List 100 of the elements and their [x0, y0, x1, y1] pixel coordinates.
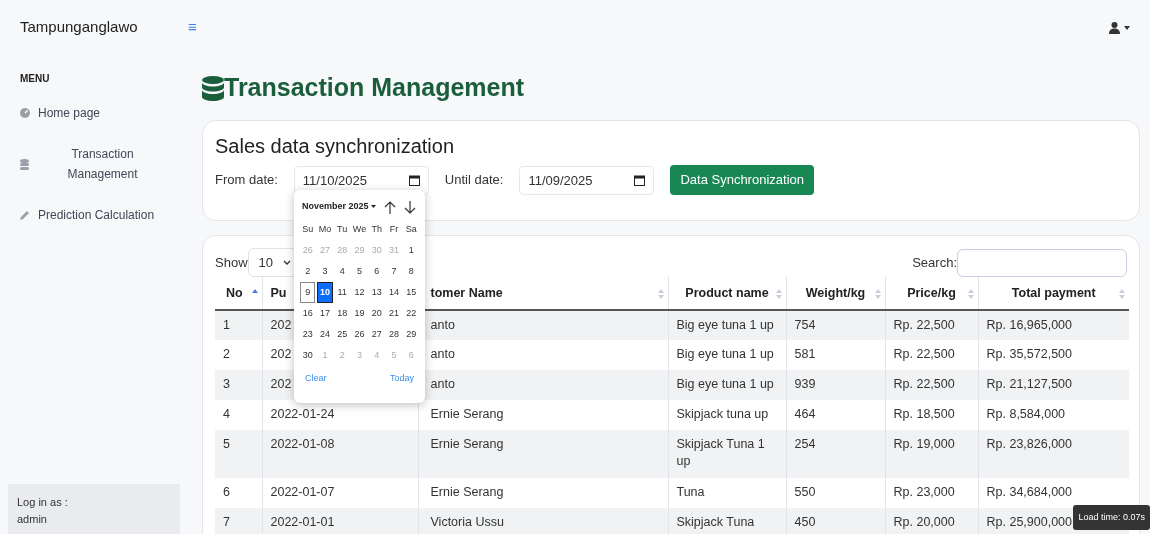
table-cell: 450	[794, 515, 816, 529]
user-icon[interactable]	[1109, 21, 1120, 34]
calendar-day[interactable]: 21	[386, 303, 402, 324]
sidebar-item[interactable]: Prediction Calculation	[8, 202, 180, 228]
table-cell: Big eye tuna 1 up	[676, 347, 774, 361]
sync-button[interactable]: Data Synchronization	[670, 165, 814, 195]
calendar-day[interactable]: 4	[334, 261, 350, 282]
sidebar-item[interactable]: Home page	[8, 100, 180, 126]
column-header[interactable]: Price/kg	[907, 283, 956, 303]
calendar-icon[interactable]	[634, 174, 646, 186]
calendar-day[interactable]: 29	[403, 324, 419, 345]
caret-icon[interactable]	[371, 205, 377, 209]
table-cell: 202	[270, 377, 292, 391]
arrow-down-icon[interactable]	[404, 200, 416, 214]
calendar-day[interactable]: 27	[369, 324, 385, 345]
weekday-label: Su	[301, 223, 315, 236]
calendar-day[interactable]: 20	[369, 303, 385, 324]
card-title: Sales data synchronization	[215, 134, 456, 159]
caret-icon[interactable]	[1124, 25, 1130, 30]
table-cell: Rp. 25,900,000	[986, 515, 1072, 529]
column-header[interactable]: Pu	[270, 283, 287, 303]
table-cell: Rp. 22,500	[893, 347, 955, 361]
calendar-day[interactable]: 3	[317, 261, 333, 282]
table-cell: 1	[223, 318, 230, 332]
table-cell: Rp. 22,500	[893, 318, 955, 332]
calendar-day[interactable]: 24	[317, 324, 333, 345]
calendar-day[interactable]: 11	[334, 282, 350, 303]
calendar-day[interactable]: 23	[300, 324, 316, 345]
date-field[interactable]: 11/09/2025	[519, 165, 655, 195]
arrow-up-icon[interactable]	[384, 200, 396, 214]
column-header[interactable]: Weight/kg	[805, 283, 866, 303]
calendar-day[interactable]: 10	[317, 282, 333, 303]
table-cell: Rp. 21,127,500	[986, 377, 1072, 391]
calendar-day[interactable]: 5	[351, 261, 368, 282]
calendar-day[interactable]: 7	[386, 261, 402, 282]
table-cell: anto	[430, 347, 455, 361]
page-title: Transaction Management	[224, 72, 525, 104]
table-cell: Rp. 23,826,000	[986, 437, 1072, 451]
table-cell: Skipjack Tuna	[676, 515, 755, 529]
search-label: Search:	[912, 253, 957, 272]
chevron-down-icon[interactable]	[283, 260, 291, 265]
calendar-day[interactable]: 30	[300, 345, 316, 366]
calendar-day[interactable]: 13	[369, 282, 385, 303]
calendar-day[interactable]: 26	[351, 324, 368, 345]
table-cell: Rp. 19,000	[893, 437, 955, 451]
calendar-day[interactable]: 15	[403, 282, 419, 303]
sidebar-item[interactable]: Transaction Management	[8, 140, 180, 188]
calendar-icon[interactable]	[408, 174, 420, 186]
menu-heading: MENU	[19, 72, 51, 86]
column-header[interactable]: Product name	[685, 283, 769, 303]
load-time-badge: Load time: 0.07s	[1073, 504, 1150, 530]
table-cell: 464	[794, 407, 816, 421]
table-cell: Rp. 16,965,000	[986, 318, 1072, 332]
clear-link[interactable]: Clear	[305, 372, 327, 386]
column-header[interactable]: Total payment	[1011, 283, 1096, 303]
calendar-day[interactable]: 9	[300, 282, 316, 303]
calendar-day[interactable]: 22	[403, 303, 419, 324]
calendar-day[interactable]: 14	[386, 282, 402, 303]
calendar-day[interactable]: 8	[403, 261, 419, 282]
search-field[interactable]	[957, 248, 1127, 277]
calendar-day[interactable]: 17	[317, 303, 333, 324]
show-label: Show	[215, 253, 248, 272]
table-cell: Ernie Serang	[430, 407, 504, 421]
username: admin	[17, 512, 48, 527]
calendar-day[interactable]: 16	[300, 303, 316, 324]
calendar-day[interactable]: 6	[369, 261, 385, 282]
month-selector[interactable]: November 2025	[302, 200, 377, 214]
field-label: From date:	[215, 171, 278, 190]
calendar-day[interactable]: 25	[334, 324, 350, 345]
table-cell: 2022-01-08	[270, 437, 335, 451]
weekday-label: Fr	[388, 223, 400, 236]
calendar-day[interactable]: 1	[403, 240, 419, 261]
app-brand[interactable]: Tampunganglawo	[20, 16, 188, 39]
login-label: Log in as :	[17, 495, 69, 510]
column-header[interactable]: tomer Name	[430, 283, 503, 303]
table-cell: 2	[223, 347, 230, 361]
database-icon	[202, 75, 224, 101]
calendar-day[interactable]: 28	[386, 324, 402, 345]
table-cell: 7	[223, 515, 230, 529]
weekday-label: Th	[370, 223, 384, 236]
table-cell: Skipjack tuna up	[676, 407, 769, 421]
calendar-day[interactable]: 12	[351, 282, 368, 303]
table-cell: 5	[223, 437, 230, 451]
calendar-day[interactable]: 19	[351, 303, 368, 324]
table-cell: 202	[270, 318, 292, 332]
field-label: Until date:	[444, 171, 504, 190]
calendar-day[interactable]: 18	[334, 303, 350, 324]
column-header[interactable]: No	[225, 283, 243, 303]
table-cell: 939	[794, 377, 816, 391]
table-cell: 581	[794, 347, 816, 361]
today-link[interactable]: Today	[389, 372, 414, 386]
database-icon	[20, 158, 29, 170]
pencil-icon	[20, 210, 30, 220]
table-cell: 550	[794, 485, 816, 499]
table-cell: 2022-01-24	[270, 407, 335, 421]
table-cell: Skipjack Tuna 1 up	[676, 437, 765, 468]
table-cell: Rp. 20,000	[893, 515, 955, 529]
weekday-label: We	[351, 223, 368, 236]
table-cell: 2022-01-01	[270, 515, 335, 529]
weekday-label: Mo	[317, 223, 333, 236]
